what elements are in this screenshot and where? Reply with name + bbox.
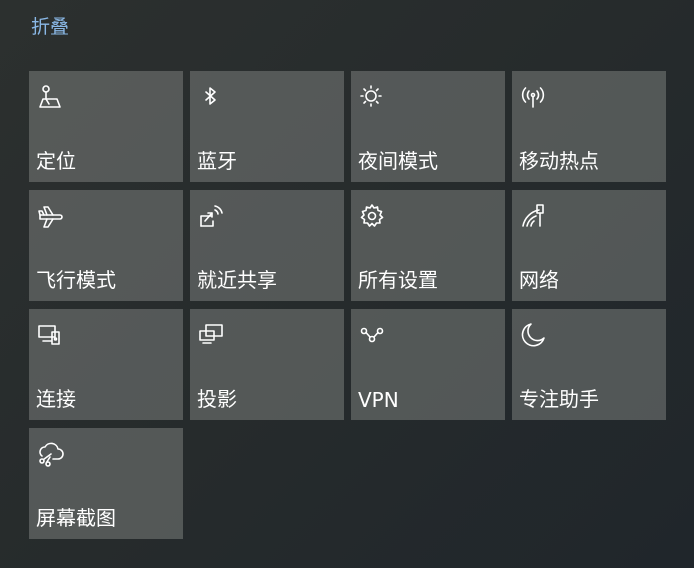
tile-airplane-mode-label: 飞行模式 — [36, 268, 116, 292]
network-icon — [519, 202, 549, 232]
tile-night-light-label: 夜间模式 — [358, 149, 438, 173]
tile-connect[interactable]: 连接 — [29, 309, 183, 420]
gear-icon — [358, 202, 388, 232]
tile-screen-snip-label: 屏幕截图 — [36, 506, 116, 530]
vpn-icon — [358, 321, 388, 351]
quick-actions-grid: 定位 蓝牙 夜间模式 移动热点 飞行模式 就近共享 所有设置 网络 连接 投影 … — [29, 71, 666, 539]
tile-network[interactable]: 网络 — [512, 190, 666, 301]
tile-screen-snip[interactable]: 屏幕截图 — [29, 428, 183, 539]
tile-vpn-label: VPN — [358, 388, 399, 412]
tile-location[interactable]: 定位 — [29, 71, 183, 182]
project-icon — [197, 321, 227, 351]
tile-airplane-mode[interactable]: 飞行模式 — [29, 190, 183, 301]
tile-all-settings-label: 所有设置 — [358, 268, 438, 292]
collapse-link[interactable]: 折叠 — [31, 12, 69, 39]
tile-project[interactable]: 投影 — [190, 309, 344, 420]
tile-nearby-sharing-label: 就近共享 — [197, 268, 277, 292]
moon-icon — [519, 321, 549, 351]
hotspot-icon — [519, 83, 549, 113]
location-icon — [36, 83, 66, 113]
tile-night-light[interactable]: 夜间模式 — [351, 71, 505, 182]
tile-project-label: 投影 — [197, 387, 237, 411]
tile-location-label: 定位 — [36, 149, 76, 173]
tile-bluetooth[interactable]: 蓝牙 — [190, 71, 344, 182]
tile-focus-assist[interactable]: 专注助手 — [512, 309, 666, 420]
tile-mobile-hotspot-label: 移动热点 — [519, 149, 599, 173]
tile-connect-label: 连接 — [36, 387, 76, 411]
screen-snip-icon — [36, 440, 66, 470]
tile-vpn[interactable]: VPN — [351, 309, 505, 420]
brightness-icon — [358, 83, 388, 113]
tile-focus-assist-label: 专注助手 — [519, 387, 599, 411]
connect-icon — [36, 321, 66, 351]
airplane-icon — [36, 202, 66, 232]
tile-bluetooth-label: 蓝牙 — [197, 149, 237, 173]
bluetooth-icon — [197, 83, 227, 113]
tile-all-settings[interactable]: 所有设置 — [351, 190, 505, 301]
tile-network-label: 网络 — [519, 268, 559, 292]
tile-nearby-sharing[interactable]: 就近共享 — [190, 190, 344, 301]
nearby-share-icon — [197, 202, 227, 232]
tile-mobile-hotspot[interactable]: 移动热点 — [512, 71, 666, 182]
